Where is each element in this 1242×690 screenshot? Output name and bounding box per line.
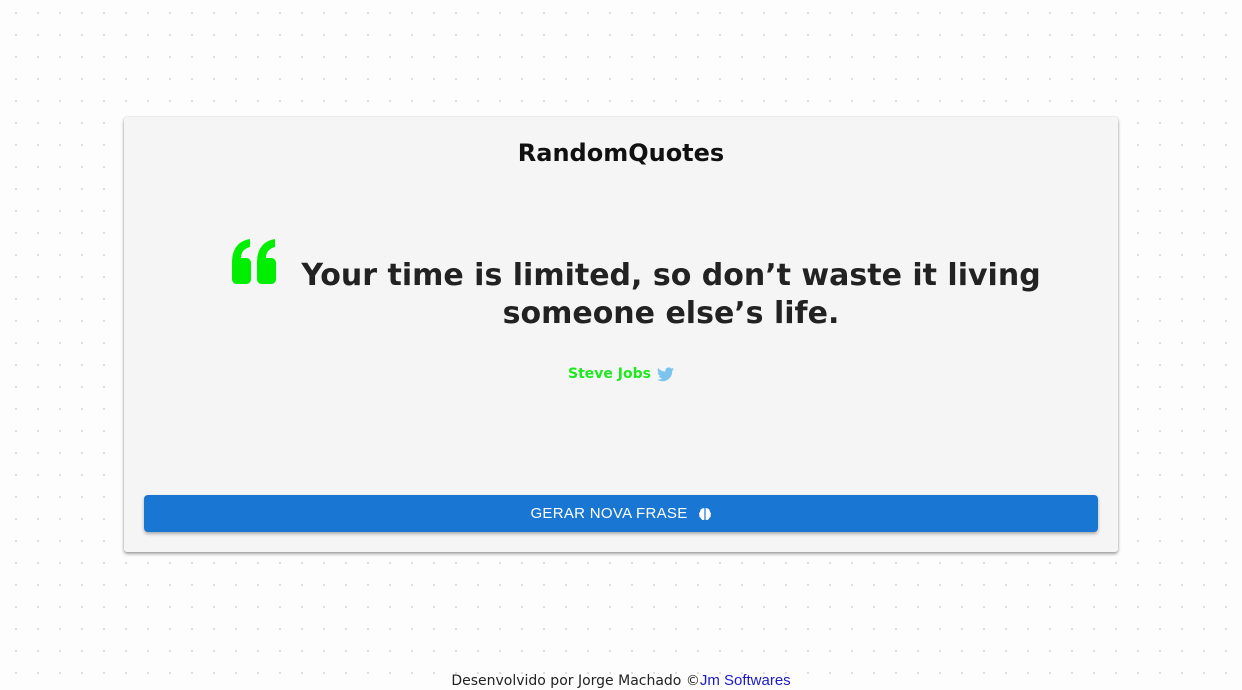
author-row: Steve Jobs [124,366,1118,382]
quote-text: Your time is limited, so don’t waste it … [301,258,1041,331]
generate-quote-label: GERAR NOVA FRASE [530,505,688,522]
quote-card: RandomQuotes Your time is limited, so do… [124,117,1118,552]
quote-left-icon [232,239,276,284]
page-title: RandomQuotes [517,139,725,167]
quote-author[interactable]: Steve Jobs [568,366,651,382]
brain-icon [698,507,711,520]
footer-link-jm-softwares[interactable]: Jm Softwares [700,672,791,689]
footer-credit: Desenvolvido por Jorge Machado © [451,673,700,689]
footer: Desenvolvido por Jorge Machado ©Jm Softw… [0,672,1242,689]
twitter-icon[interactable] [656,366,674,382]
generate-quote-button[interactable]: GERAR NOVA FRASE [144,495,1098,532]
